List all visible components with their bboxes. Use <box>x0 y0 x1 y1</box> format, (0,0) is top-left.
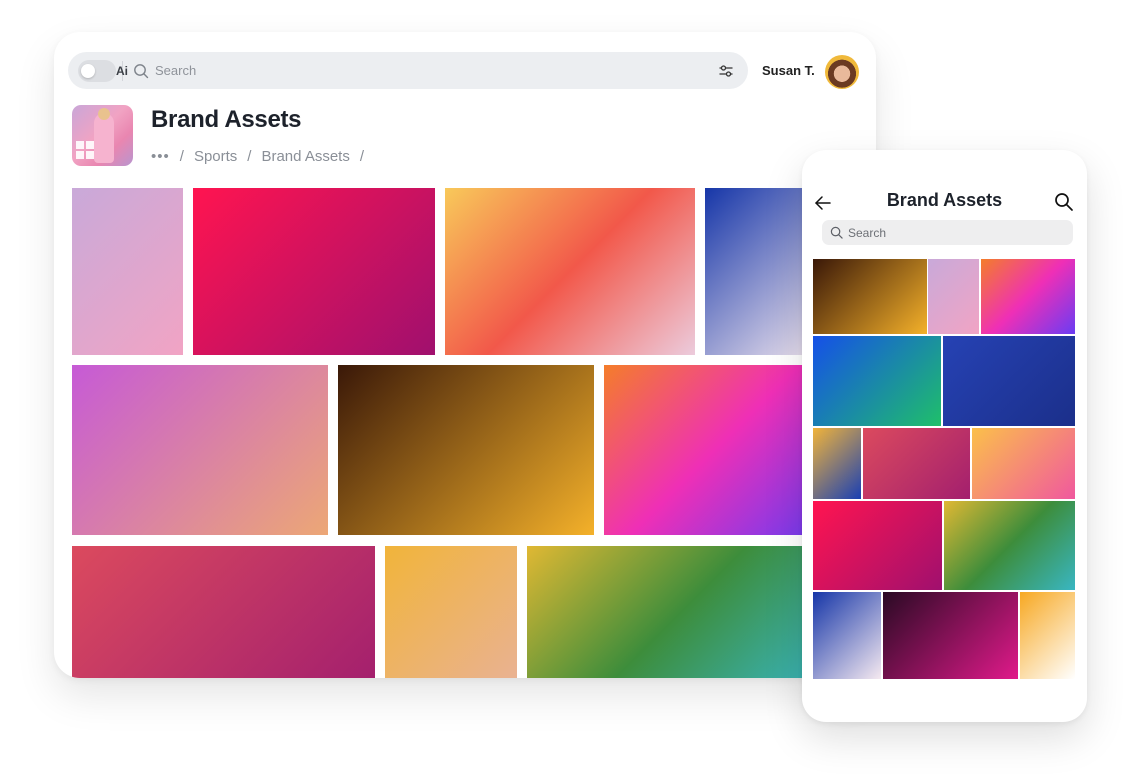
desktop-window: Ai Susan T. Brand Assets ••• / Sports <box>54 32 876 678</box>
photo-thumbnail[interactable] <box>813 336 941 426</box>
ai-toggle-label: Ai <box>116 63 128 78</box>
search-icon[interactable] <box>1054 192 1074 212</box>
folder-thumbnail <box>72 105 133 166</box>
breadcrumb-more-button[interactable]: ••• <box>151 148 170 165</box>
photo-thumbnail[interactable] <box>445 188 695 355</box>
photo-thumbnail[interactable] <box>981 259 1075 334</box>
breadcrumb-separator: / <box>179 148 184 165</box>
mobile-search-input[interactable] <box>848 225 1003 240</box>
photo-thumbnail[interactable] <box>338 365 594 535</box>
photo-thumbnail[interactable] <box>813 501 942 590</box>
user-avatar[interactable] <box>825 55 859 89</box>
photo-thumbnail[interactable] <box>604 365 825 535</box>
ai-toggle[interactable] <box>78 59 116 82</box>
search-bar: Ai <box>68 52 748 89</box>
photo-thumbnail[interactable] <box>193 188 435 355</box>
photo-thumbnail[interactable] <box>943 336 1075 426</box>
photo-thumbnail[interactable] <box>944 501 1075 590</box>
user-name[interactable]: Susan T. <box>762 63 815 78</box>
photo-thumbnail[interactable] <box>385 546 517 678</box>
ai-toggle-knob[interactable] <box>81 63 95 78</box>
mobile-page-title: Brand Assets <box>886 190 1003 210</box>
search-icon <box>134 63 149 78</box>
photo-thumbnail[interactable] <box>928 259 979 334</box>
breadcrumb-item-sports[interactable]: Sports <box>194 148 237 165</box>
breadcrumb-item-brand-assets[interactable]: Brand Assets <box>261 148 349 165</box>
photo-thumbnail[interactable] <box>527 546 827 678</box>
photo-thumbnail[interactable] <box>813 259 927 334</box>
breadcrumb-separator: / <box>359 148 365 165</box>
breadcrumb: ••• / Sports / Brand Assets / <box>151 148 374 165</box>
page-title: Brand Assets <box>151 106 302 133</box>
breadcrumb-separator: / <box>247 148 252 165</box>
photo-thumbnail[interactable] <box>72 188 183 355</box>
filter-sliders-icon[interactable] <box>718 63 734 79</box>
photo-thumbnail[interactable] <box>972 428 1075 499</box>
mobile-window: Brand Assets <box>802 150 1087 722</box>
photo-thumbnail[interactable] <box>813 592 881 679</box>
photo-thumbnail[interactable] <box>813 428 861 499</box>
photo-thumbnail[interactable] <box>1020 592 1075 679</box>
search-icon <box>830 226 843 239</box>
photo-thumbnail[interactable] <box>883 592 1018 679</box>
photo-thumbnail[interactable] <box>72 546 375 678</box>
photo-thumbnail[interactable] <box>863 428 970 499</box>
photo-thumbnail[interactable] <box>72 365 328 535</box>
stage: Ai Susan T. Brand Assets ••• / Sports <box>0 0 1134 778</box>
mobile-search-bar <box>822 220 1073 245</box>
search-input[interactable] <box>155 63 718 78</box>
